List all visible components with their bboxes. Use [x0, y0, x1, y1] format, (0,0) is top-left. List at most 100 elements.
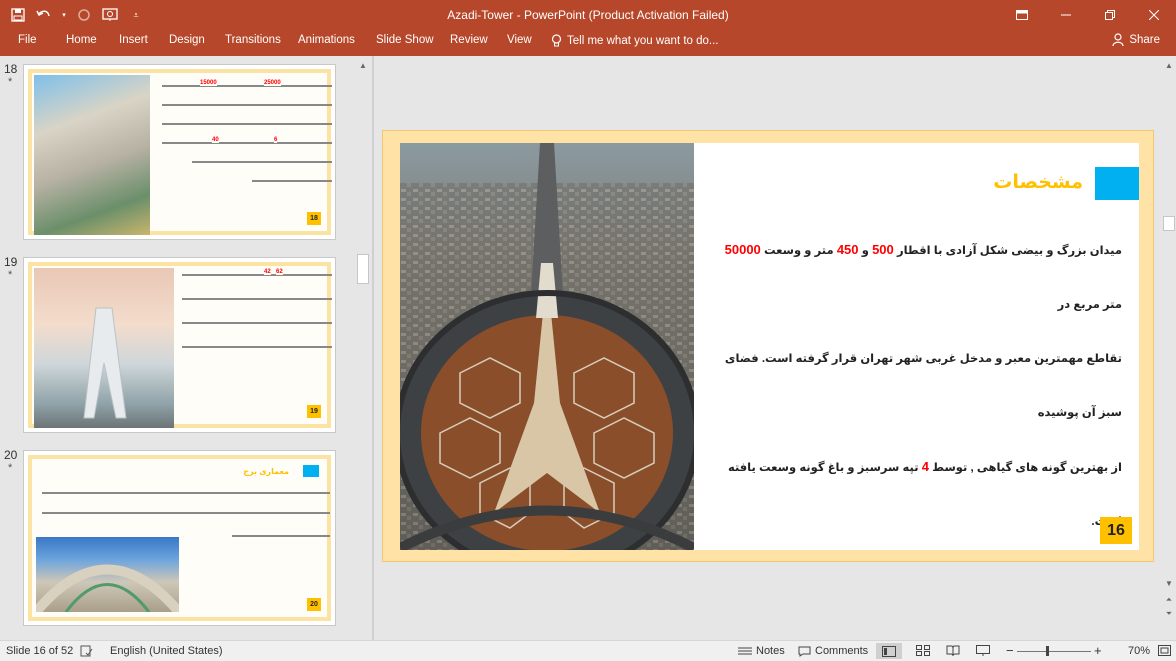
text-line — [232, 535, 330, 537]
tab-animations[interactable]: Animations — [296, 34, 357, 46]
redo-icon[interactable] — [74, 5, 94, 25]
highlight-number: 25000 — [264, 80, 281, 86]
thumbnail-page-badge: 20 — [307, 598, 321, 611]
text-line — [192, 161, 332, 163]
zoom-slider[interactable] — [1017, 651, 1091, 652]
body-text: متر و وسعت — [760, 245, 837, 257]
slide-heading[interactable]: مشخصات — [993, 171, 1083, 194]
reading-view-icon[interactable] — [946, 645, 960, 656]
scroll-up-icon[interactable]: ▲ — [1163, 60, 1175, 72]
editor-scrollbar[interactable] — [1162, 56, 1176, 640]
save-icon[interactable] — [8, 5, 28, 25]
arch-underside-image — [32, 537, 183, 616]
zoom-out-icon[interactable]: − — [1006, 643, 1014, 658]
thumbnail-frame: معماری برج 20 — [28, 455, 331, 621]
slideshow-icon[interactable] — [976, 645, 990, 656]
thumbnail-number: 20 — [4, 448, 18, 462]
text-line — [182, 298, 332, 300]
hill-count-value: 4 — [921, 459, 929, 474]
undo-icon[interactable] — [34, 5, 54, 25]
highlight-number: 15000 — [200, 80, 217, 86]
arch-pattern — [32, 564, 183, 616]
person-icon — [1112, 33, 1124, 46]
tab-view[interactable]: View — [505, 34, 534, 46]
comments-button[interactable]: Comments — [798, 645, 868, 657]
diameter-2-value: 450 — [836, 242, 859, 257]
text-line — [182, 274, 332, 276]
start-from-beginning-icon[interactable] — [100, 5, 120, 25]
text-line — [162, 104, 332, 106]
tab-transitions[interactable]: Transitions — [223, 34, 283, 46]
notes-button[interactable]: Notes — [738, 645, 785, 657]
thumbnail-number: 18 — [4, 62, 18, 76]
slide-thumbnail-18[interactable]: 25000 15000 6 40 18 — [23, 64, 336, 240]
diameter-1-value: 500 — [872, 242, 894, 257]
normal-view-icon[interactable] — [876, 643, 902, 659]
next-slide-icon[interactable]: ⏷ — [1163, 608, 1175, 620]
slide-sorter-icon[interactable] — [916, 645, 930, 656]
tab-home[interactable]: Home — [64, 34, 99, 46]
lightbulb-icon — [551, 34, 562, 47]
restore-icon[interactable] — [1088, 0, 1132, 30]
tell-me-label: Tell me what you want to do... — [567, 35, 719, 47]
body-text: متر مربع در — [1057, 299, 1122, 311]
previous-slide-icon[interactable]: ⏶ — [1163, 594, 1175, 606]
tower-sunset-image — [34, 268, 174, 428]
text-line — [162, 123, 332, 125]
tab-slide-show[interactable]: Slide Show — [374, 34, 436, 46]
tab-insert[interactable]: Insert — [117, 34, 150, 46]
highlight-number: 40 — [212, 137, 219, 143]
animation-star-icon: * — [8, 269, 13, 281]
text-line — [162, 85, 332, 87]
highlight-number: 6 — [274, 137, 278, 143]
area-value: 50000 — [724, 242, 761, 257]
comment-icon — [798, 646, 811, 657]
thumbnail-frame: 42 62 19 — [28, 262, 332, 428]
body-line-1: میدان بزرگ و بیضی شکل آزادی با اقطار 500… — [712, 223, 1122, 332]
customize-qat-icon[interactable]: ⩡ — [126, 5, 146, 25]
thumbnail-scroll-thumb[interactable] — [357, 254, 369, 284]
tell-me-box[interactable]: Tell me what you want to do... — [551, 34, 719, 48]
heading-accent-box — [1095, 167, 1139, 200]
tab-review[interactable]: Review — [448, 34, 490, 46]
editor-scroll-thumb[interactable] — [1163, 216, 1175, 231]
language-indicator[interactable]: English (United States) — [110, 645, 223, 657]
comments-label: Comments — [815, 645, 869, 657]
spell-check-icon[interactable] — [80, 645, 93, 657]
zoom-level[interactable]: 70% — [1128, 645, 1150, 657]
highlight-number: 62 — [276, 269, 283, 275]
scroll-down-icon[interactable]: ▼ — [1163, 578, 1175, 590]
tower-silhouette — [83, 307, 127, 419]
slide-body-text[interactable]: میدان بزرگ و بیضی شکل آزادی با اقطار 500… — [712, 223, 1122, 549]
minimize-icon[interactable] — [1044, 0, 1088, 30]
scroll-up-icon[interactable]: ▲ — [357, 60, 369, 72]
quick-access-toolbar: ▾ ⩡ — [8, 5, 146, 25]
slide-page-number: 16 — [1100, 517, 1132, 544]
share-button[interactable]: Share — [1112, 33, 1160, 46]
notes-icon — [738, 647, 752, 655]
slide-thumbnail-19[interactable]: 42 62 19 — [23, 257, 336, 433]
body-text: از بهترین گونه های گیاهی , توسط — [928, 462, 1122, 474]
tab-file[interactable]: File — [16, 34, 39, 46]
ribbon-display-options-icon[interactable] — [1000, 0, 1044, 30]
animation-star-icon: * — [8, 76, 13, 88]
slide-thumbnail-20[interactable]: معماری برج 20 — [23, 450, 336, 626]
close-icon[interactable] — [1132, 0, 1176, 30]
current-slide[interactable]: مشخصات میدان بزرگ و بیضی شکل آزادی با اق… — [400, 143, 1139, 550]
thumbnail-frame: 25000 15000 6 40 18 — [28, 69, 332, 235]
zoom-in-icon[interactable]: + — [1094, 643, 1102, 658]
text-line — [42, 492, 330, 494]
body-text: میدان بزرگ و بیضی شکل آزادی با اقطار — [893, 245, 1122, 257]
aerial-view-illustration — [400, 143, 694, 550]
animation-star-icon: * — [8, 462, 13, 474]
thumbnail-page-badge: 19 — [307, 405, 321, 418]
tab-design[interactable]: Design — [167, 34, 207, 46]
text-line — [252, 180, 332, 182]
fit-slide-icon[interactable] — [1158, 645, 1171, 656]
text-line — [162, 142, 332, 144]
zoom-slider-handle[interactable] — [1046, 646, 1049, 656]
thumbnail-scrollbar[interactable] — [356, 56, 370, 640]
azadi-square-aerial-image — [400, 143, 694, 550]
chevron-down-icon[interactable]: ▾ — [60, 5, 68, 25]
body-line-3: از بهترین گونه های گیاهی , توسط 4 تپه سر… — [712, 440, 1122, 549]
